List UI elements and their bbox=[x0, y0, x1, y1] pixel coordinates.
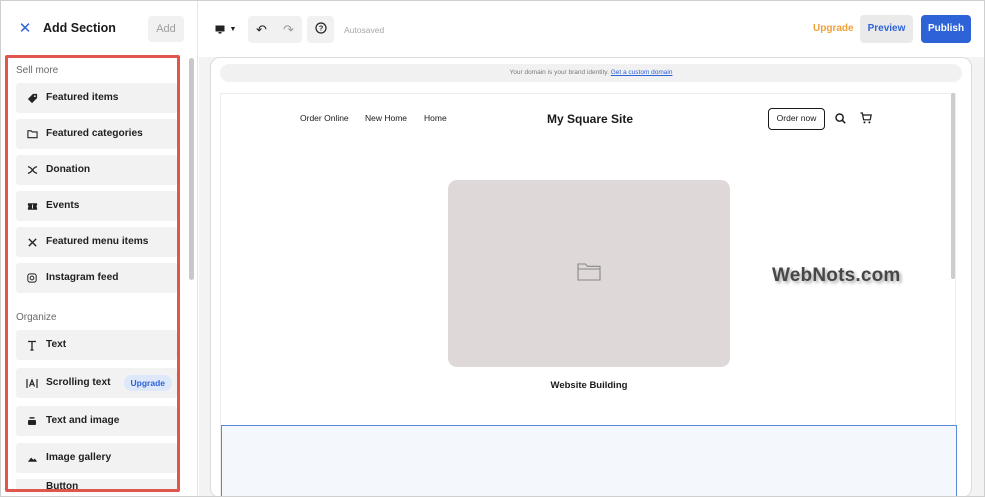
text-image-icon bbox=[25, 414, 39, 428]
domain-banner-text: Your domain is your brand identity. bbox=[509, 69, 609, 76]
watermark: WebNots.com bbox=[772, 265, 901, 286]
panel-scrollbar[interactable] bbox=[189, 58, 194, 280]
publish-button[interactable]: Publish bbox=[921, 15, 971, 43]
help-button[interactable]: ? bbox=[307, 16, 334, 43]
add-section-panel: ✕ Add Section Add Sell more Featured ite… bbox=[1, 1, 198, 496]
text-icon bbox=[25, 338, 39, 352]
section-item-scrolling-text[interactable]: Scrolling text Upgrade bbox=[16, 368, 177, 398]
ticket-icon bbox=[25, 199, 39, 213]
section-item-donation[interactable]: Donation bbox=[16, 155, 177, 185]
preview-scrollbar[interactable] bbox=[951, 93, 955, 279]
add-button[interactable]: Add bbox=[148, 16, 184, 42]
custom-domain-link[interactable]: Get a custom domain bbox=[611, 69, 673, 76]
panel-title: Add Section bbox=[43, 21, 116, 35]
order-now-button[interactable]: Order now bbox=[768, 108, 825, 130]
domain-banner: Your domain is your brand identity. Get … bbox=[220, 64, 962, 82]
section-item-featured-menu-items[interactable]: Featured menu items bbox=[16, 227, 177, 257]
section-item-label: Events bbox=[46, 200, 80, 211]
selected-section-outline[interactable] bbox=[221, 425, 957, 496]
folder-icon bbox=[577, 262, 601, 286]
folder-icon bbox=[25, 127, 39, 141]
section-item-label: Featured items bbox=[46, 92, 119, 103]
site-title[interactable]: My Square Site bbox=[547, 112, 633, 126]
upgrade-link[interactable]: Upgrade bbox=[813, 23, 854, 34]
chevron-down-icon: ▼ bbox=[229, 26, 237, 33]
undo-redo-group: ↶ ↷ bbox=[248, 16, 302, 43]
nav-link-home[interactable]: Home bbox=[424, 113, 447, 123]
redo-icon[interactable]: ↷ bbox=[275, 22, 302, 38]
section-item-label: Button bbox=[46, 481, 79, 492]
section-item-label: Text and image bbox=[46, 415, 120, 426]
autosave-status: Autosaved bbox=[344, 25, 385, 35]
help-icon: ? bbox=[314, 21, 327, 39]
section-list: Sell more Featured items Featured catego… bbox=[5, 55, 180, 492]
preview-button[interactable]: Preview bbox=[860, 15, 913, 43]
group-label-sell-more: Sell more bbox=[16, 65, 59, 76]
section-item-label: Text bbox=[46, 339, 67, 350]
section-item-events[interactable]: Events bbox=[16, 191, 177, 221]
section-item-text[interactable]: Text bbox=[16, 330, 177, 360]
tag-icon bbox=[25, 91, 39, 105]
panel-header: ✕ Add Section Add bbox=[1, 1, 198, 57]
search-icon[interactable] bbox=[835, 111, 846, 129]
group-label-organize: Organize bbox=[16, 312, 57, 323]
section-item-label: Scrolling text bbox=[46, 377, 111, 388]
nav-link-new-home[interactable]: New Home bbox=[365, 113, 407, 123]
app-window: ✕ Add Section Add Sell more Featured ite… bbox=[0, 0, 985, 497]
desktop-icon bbox=[215, 21, 225, 39]
section-item-featured-categories[interactable]: Featured categories bbox=[16, 119, 177, 149]
section-item-text-and-image[interactable]: Text and image bbox=[16, 406, 177, 436]
cart-icon[interactable] bbox=[860, 111, 872, 129]
site-preview[interactable]: Order Online New Home Home My Square Sit… bbox=[220, 93, 957, 496]
image-caption[interactable]: Website Building bbox=[448, 380, 730, 391]
gallery-icon bbox=[25, 451, 39, 465]
section-item-label: Featured categories bbox=[46, 128, 143, 139]
svg-text:?: ? bbox=[318, 23, 323, 32]
section-item-image-gallery[interactable]: Image gallery bbox=[16, 443, 177, 473]
section-item-label: Featured menu items bbox=[46, 236, 149, 247]
section-item-label: Donation bbox=[46, 164, 91, 175]
instagram-icon bbox=[25, 271, 39, 285]
scrolling-text-icon bbox=[25, 376, 39, 390]
editor-toolbar: ▼ ↶ ↷ ? Autosaved Upgrade Preview Publis… bbox=[199, 1, 984, 57]
device-selector[interactable]: ▼ bbox=[210, 16, 241, 43]
section-item-label: Instagram feed bbox=[46, 272, 119, 283]
upgrade-badge[interactable]: Upgrade bbox=[123, 375, 172, 391]
section-item-featured-items[interactable]: Featured items bbox=[16, 83, 177, 113]
ribbon-icon bbox=[25, 163, 39, 177]
utensils-icon bbox=[25, 235, 39, 249]
close-icon[interactable]: ✕ bbox=[15, 19, 35, 39]
section-item-button[interactable]: Button bbox=[16, 479, 177, 492]
undo-icon[interactable]: ↶ bbox=[248, 22, 275, 38]
image-placeholder[interactable] bbox=[448, 180, 730, 367]
section-item-instagram-feed[interactable]: Instagram feed bbox=[16, 263, 177, 293]
section-item-label: Image gallery bbox=[46, 452, 112, 463]
nav-link-order-online[interactable]: Order Online bbox=[300, 113, 349, 123]
